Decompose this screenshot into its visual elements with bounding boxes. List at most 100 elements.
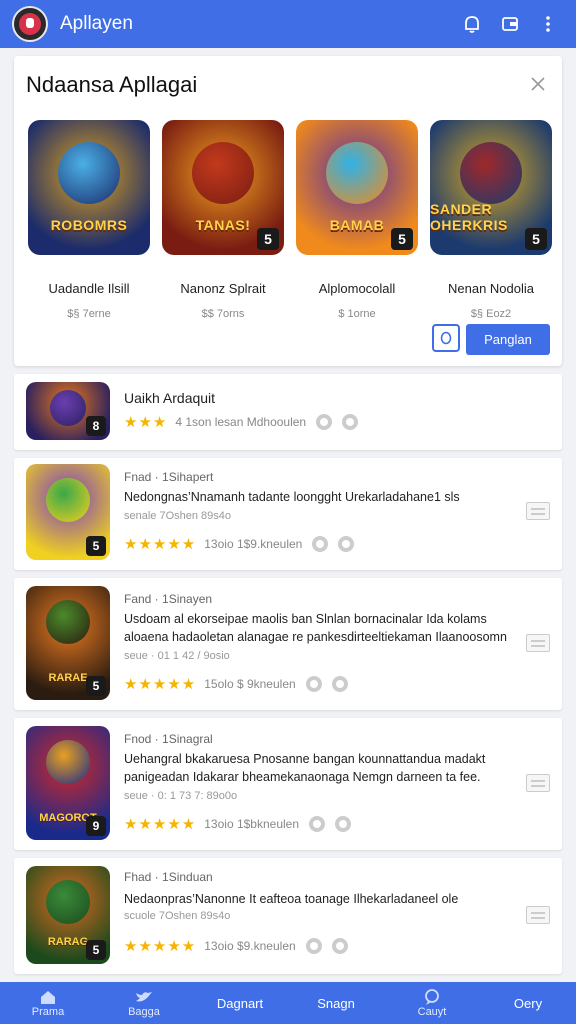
rating-text: 13oio 1$9.kneulen [204,537,303,551]
app-stats: seue · 0: 1 73 7: 89o0o [124,790,238,802]
nav-item-oery[interactable]: Oery [480,982,576,1024]
featured-game[interactable]: TANAS! 5 Nanonz Splrait $$ 7orns [160,120,286,320]
rating-row: ★★★ 4 1son lesan Mdhooulen [124,413,359,431]
featured-game[interactable]: BAMAB 5 Alplomocolall $ 1orne [294,120,420,320]
app-description-line2: panigeadan Idakarar bheamekanaonaga Nemg… [124,770,481,784]
list-item[interactable]: RARAG 5 Fhad · 1Sinduan Nedaonpras’Nanonn… [14,858,562,974]
list-menu-icon[interactable] [526,502,550,520]
game-subtitle: $§ 7erne [67,308,111,320]
nav-label: Cauyt [417,1006,447,1018]
platform-badge-icon: 5 [257,228,279,250]
app-description: Uehangral bkakaruesa Pnosanne bangan kou… [124,752,486,766]
app-thumbnail: 8 [26,382,110,440]
rating-row: ★★★★★ 13oio $9.kneulen [124,937,348,955]
game-name: Alplomocolall [318,281,396,296]
nav-label: Prama [31,1006,65,1018]
rating-stars: ★★★★★ [124,938,197,955]
info-icon[interactable] [331,676,348,692]
list-menu-icon[interactable] [526,906,550,924]
featured-game[interactable]: ROBOMRS Uadandle Ilsill $§ 7erne [26,120,152,320]
platform-badge-icon: 8 [86,416,106,436]
app-thumbnail: 5 [26,464,110,560]
share-icon[interactable] [312,536,329,552]
app-thumbnail: MAGOROT 9 [26,726,110,840]
platform-badge-icon: 5 [86,940,106,960]
close-icon[interactable] [524,70,552,98]
app-stats: senale 7Oshen 89s4o [124,510,232,522]
rating-stars: ★★★ [124,414,168,431]
platform-badge-icon: 5 [86,536,106,556]
featured-game[interactable]: SANDER OHERKRIS 5 Nenan Nodolia $§ Eoz2 [428,120,554,320]
info-icon[interactable] [335,816,352,832]
game-subtitle: $§ Eoz2 [470,308,512,320]
app-stats: scuole 7Oshen 89s4o [124,910,231,922]
rating-stars: ★★★★★ [124,676,197,693]
list-item[interactable]: MAGOROT 9 Fnod · 1Sinagral Uehangral bkak… [14,718,562,850]
platform-badge-icon: 9 [86,816,106,836]
platform-badge-icon: 5 [86,676,106,696]
rating-text: 13oio 1$bkneulen [204,817,300,831]
share-icon[interactable] [305,676,322,692]
game-art-text: TANAS! [195,217,251,233]
wallet-icon[interactable] [494,8,526,40]
list-menu-icon[interactable] [526,774,550,792]
app-title: Apllayen [60,13,133,34]
share-icon[interactable] [316,414,333,430]
share-icon[interactable] [309,816,326,832]
game-art[interactable]: ROBOMRS [28,120,150,255]
list-item[interactable]: 5 Fnad · 1Sihapert Nedongnas’Nnamanh tad… [14,458,562,570]
app-description: Nedaonpras’Nanonne It eafteoa toanage Il… [124,892,459,906]
app-thumbnail: RARAG 5 [26,866,110,964]
platform-badge-icon: 5 [391,228,413,250]
app-logo-icon[interactable] [12,6,48,42]
nav-item-dagnart[interactable]: Dagnart [192,982,288,1024]
nav-label: Bagga [128,1006,160,1018]
more-vert-icon[interactable] [532,8,564,40]
game-art-text: BAMAB [329,217,385,233]
nav-label: Dagnart [216,995,264,1011]
info-icon[interactable] [342,414,359,430]
bird-icon [134,988,154,1006]
game-name: Uadandle Ilsill [48,281,130,296]
nav-item-snagn[interactable]: Snagn [288,982,384,1024]
list-menu-icon[interactable] [526,634,550,652]
rating-text: 15olo $ 9kneulen [204,677,296,691]
game-art[interactable]: BAMAB 5 [296,120,418,255]
rating-row: ★★★★★ 13oio 1$9.kneulen [124,535,355,553]
home-icon [39,988,57,1006]
primary-action-button[interactable]: Panglan [466,324,550,355]
game-name: Nenan Nodolia [447,281,534,296]
list-item[interactable]: RARAE 5 Fand · 1Sinayen Usdoam al ekorsei… [14,578,562,710]
nav-item-home[interactable]: Prama [0,982,96,1024]
app-description: Usdoam al ekorseipae maolis ban Slnlan b… [124,612,487,626]
game-art[interactable]: SANDER OHERKRIS 5 [430,120,552,255]
featured-games-row: ROBOMRS Uadandle Ilsill $§ 7erne TANAS! 5… [26,120,554,320]
game-subtitle: $ 1orne [338,308,376,320]
notification-bell-icon[interactable] [456,8,488,40]
rating-stars: ★★★★★ [124,816,197,833]
rating-row: ★★★★★ 15olo $ 9kneulen [124,675,348,693]
rating-stars: ★★★★★ [124,536,197,553]
platform-badge-icon: 5 [525,228,547,250]
app-meta: Fnad · 1Sihapert [124,470,214,484]
game-art-text: ROBOMRS [50,217,128,233]
nav-item-feed[interactable]: Bagga [96,982,192,1024]
info-icon[interactable] [338,536,355,552]
rating-text: 4 1son lesan Mdhooulen [175,415,307,429]
nav-item-chat[interactable]: Cauyt [384,982,480,1024]
game-art[interactable]: TANAS! 5 [162,120,284,255]
featured-apps-card: Ndaansa Apllagai ROBOMRS Uadandle Ilsill… [14,56,562,366]
share-icon[interactable] [305,938,322,954]
game-name: Nanonz Splrait [180,281,266,296]
refresh-icon[interactable] [432,324,460,352]
list-item[interactable]: 8 Uaikh Ardaquit ★★★ 4 1son lesan Mdhoou… [14,374,562,450]
app-meta: Fnod · 1Sinagral [124,732,213,746]
nav-label: Snagn [317,995,355,1011]
app-meta: Fhad · 1Sinduan [124,870,213,884]
game-subtitle: $$ 7orns [201,308,245,320]
app-thumbnail: RARAE 5 [26,586,110,700]
app-meta: Fand · 1Sinayen [124,592,213,606]
app-description-line2: aloaena hadaoletan alanagae re pankesdir… [124,630,507,644]
info-icon[interactable] [331,938,348,954]
bottom-navigation: Prama Bagga Dagnart Snagn Cauyt Oery [0,982,576,1024]
